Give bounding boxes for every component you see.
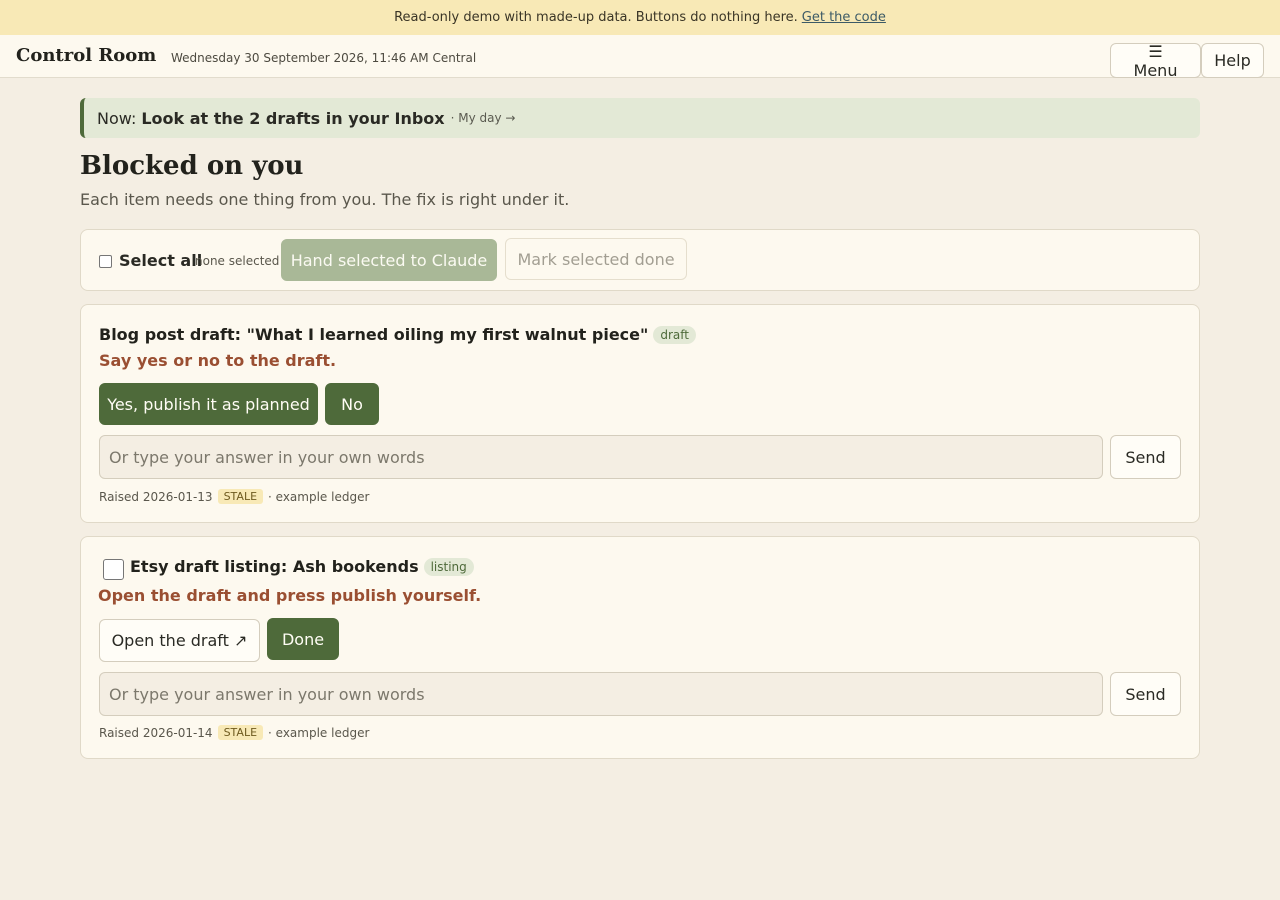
stale-badge: STALE (217, 725, 264, 740)
raised-date: Raised 2026-01-13 (99, 489, 213, 504)
now-label: Now: (97, 108, 137, 128)
now-task: Look at the 2 drafts in your Inbox (141, 108, 445, 128)
demo-banner-text: Read-only demo with made-up data. Button… (394, 10, 798, 25)
demo-banner: Read-only demo with made-up data. Button… (0, 0, 1280, 35)
send-button[interactable]: Send (1110, 435, 1181, 479)
bulk-action-bar: Select all none selected Hand selected t… (80, 229, 1200, 291)
select-all-label[interactable]: Select all (119, 251, 202, 270)
item-source: · example ledger (268, 725, 370, 740)
item-tag: draft (653, 325, 696, 344)
no-button[interactable]: No (325, 383, 379, 425)
answer-input[interactable] (99, 672, 1103, 716)
current-datetime: Wednesday 30 September 2026, 11:46 AM Ce… (171, 51, 477, 65)
item-title: Etsy draft listing: Ash bookends (130, 557, 419, 576)
mark-done-button[interactable]: Mark selected done (505, 238, 687, 280)
open-draft-button[interactable]: Open the draft ↗ (99, 619, 260, 662)
blocked-item-card: Etsy draft listing: Ash bookends listing… (80, 536, 1200, 759)
top-bar: Control Room Wednesday 30 September 2026… (0, 35, 1280, 80)
yes-publish-button[interactable]: Yes, publish it as planned (99, 383, 318, 425)
my-day-link[interactable]: · My day → (451, 111, 516, 125)
selection-count: none selected (195, 254, 280, 268)
item-meta: Raised 2026-01-14 STALE · example ledger (99, 725, 369, 740)
select-all-checkbox[interactable] (99, 255, 112, 268)
send-button[interactable]: Send (1110, 672, 1181, 716)
item-tag: listing (423, 557, 474, 576)
brand-title: Control Room (16, 45, 157, 66)
raised-date: Raised 2026-01-14 (99, 725, 213, 740)
item-source: · example ledger (268, 489, 370, 504)
answer-input[interactable] (99, 435, 1103, 479)
item-ask: Say yes or no to the draft. (99, 351, 337, 370)
now-strip: Now: Look at the 2 drafts in your Inbox … (80, 98, 1200, 138)
item-meta: Raised 2026-01-13 STALE · example ledger (99, 489, 369, 504)
page-subtitle: Each item needs one thing from you. The … (80, 190, 570, 209)
page-title: Blocked on you (80, 151, 304, 181)
item-title: Blog post draft: "What I learned oiling … (99, 325, 649, 344)
item-title-row: Blog post draft: "What I learned oiling … (99, 325, 696, 344)
item-checkbox[interactable] (103, 559, 124, 580)
help-button[interactable]: Help (1201, 43, 1264, 78)
item-ask: Open the draft and press publish yoursel… (98, 586, 482, 605)
stale-badge: STALE (217, 489, 264, 504)
menu-button[interactable]: ☰ Menu (1110, 42, 1201, 80)
hand-to-claude-button[interactable]: Hand selected to Claude (281, 239, 497, 281)
done-button[interactable]: Done (267, 618, 339, 660)
item-title-row: Etsy draft listing: Ash bookends listing (130, 557, 474, 576)
get-code-link[interactable]: Get the code (802, 10, 886, 25)
blocked-item-card: Blog post draft: "What I learned oiling … (80, 304, 1200, 523)
